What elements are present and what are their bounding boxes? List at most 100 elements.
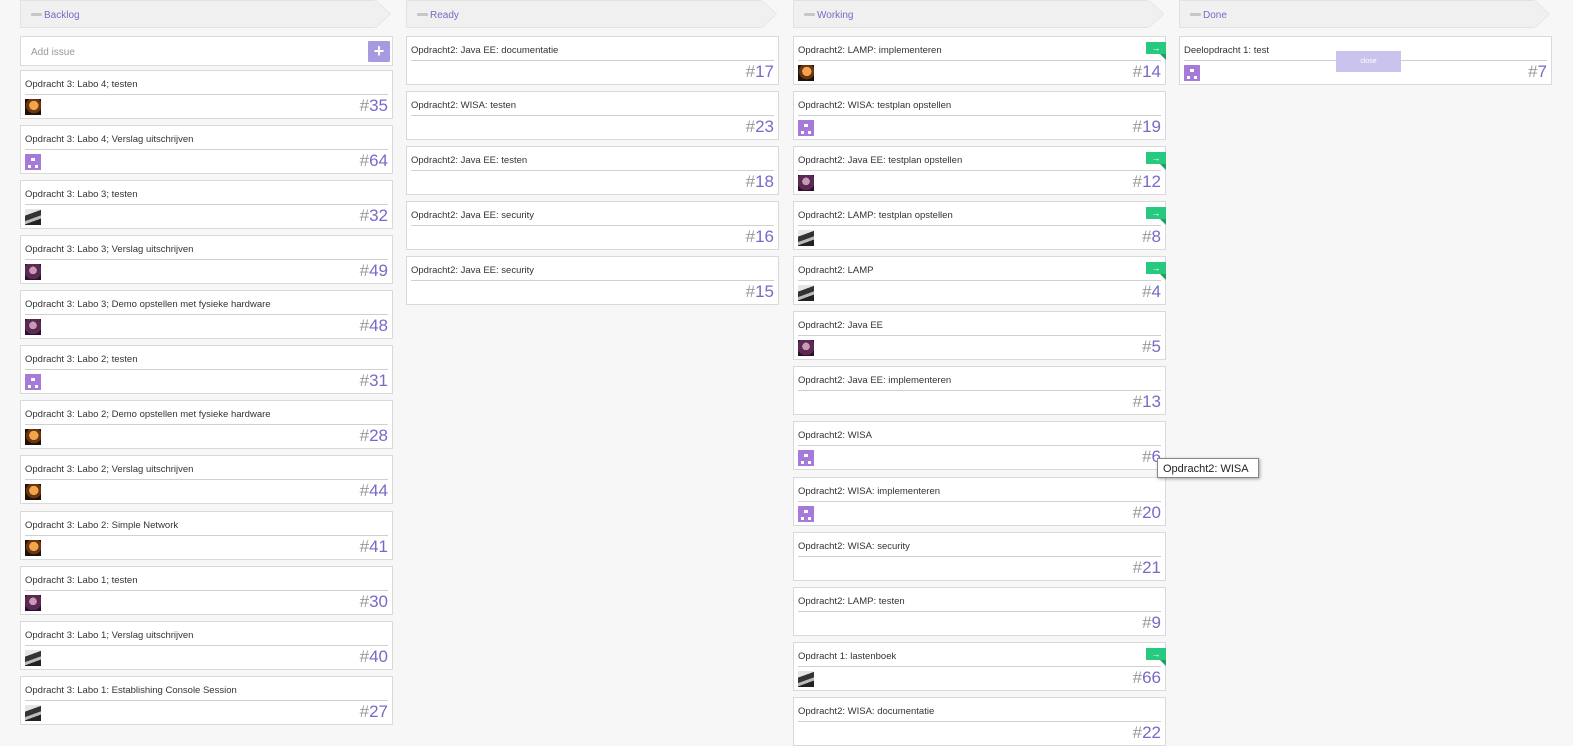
issue-title: Opdracht 3: Labo 3; Demo opstellen met f… xyxy=(25,299,271,310)
issue-number-value: 7 xyxy=(1537,62,1547,81)
issue-card[interactable]: Opdracht 3: Labo 2; testen #31 xyxy=(20,345,393,394)
issue-number-value: 64 xyxy=(369,151,388,170)
arrow-right-icon[interactable]: → xyxy=(1146,648,1166,666)
assignee-avatar[interactable] xyxy=(798,506,814,522)
issue-card[interactable]: Opdracht2: LAMP #4 → xyxy=(793,256,1166,305)
issue-card[interactable]: Opdracht 3: Labo 4; testen #35 xyxy=(20,70,393,119)
column-header[interactable]: Done xyxy=(1179,0,1550,28)
issue-number: #15 xyxy=(746,282,774,302)
assignee-avatar[interactable] xyxy=(25,595,41,611)
assignee-avatar[interactable] xyxy=(25,484,41,500)
collapse-icon[interactable] xyxy=(417,13,428,16)
close-button[interactable]: close xyxy=(1336,51,1401,72)
issue-card[interactable]: Opdracht 3: Labo 2: Simple Network #41 xyxy=(20,511,393,560)
issue-card[interactable]: Opdracht2: LAMP: implementeren #14 → xyxy=(793,36,1166,85)
assignee-avatar[interactable] xyxy=(798,340,814,356)
assignee-avatar[interactable] xyxy=(798,671,814,687)
column-title: Working xyxy=(817,10,854,21)
issue-card[interactable]: Opdracht2: Java EE: implementeren #13 xyxy=(793,366,1166,415)
assignee-avatar[interactable] xyxy=(25,154,41,170)
issue-number-hash: # xyxy=(1142,447,1152,466)
assignee-avatar[interactable] xyxy=(25,540,41,556)
assignee-avatar[interactable] xyxy=(25,319,41,335)
issue-card[interactable]: Opdracht2: Java EE: security #16 xyxy=(406,201,779,250)
issue-card[interactable]: Opdracht2: Java EE: testplan opstellen #1… xyxy=(793,146,1166,195)
issue-card[interactable]: Opdracht 3: Labo 4; Verslag uitschrijven… xyxy=(20,125,393,174)
issue-number-hash: # xyxy=(745,227,756,246)
issue-number: #21 xyxy=(1133,558,1161,578)
issue-number-hash: # xyxy=(359,481,370,500)
arrow-right-icon[interactable]: → xyxy=(1146,42,1166,60)
assignee-avatar[interactable] xyxy=(798,120,814,136)
assignee-avatar[interactable] xyxy=(25,429,41,445)
card-divider xyxy=(25,259,388,260)
issue-card[interactable]: Opdracht2: LAMP: testplan opstellen #8 → xyxy=(793,201,1166,250)
issue-card[interactable]: Opdracht 1: lastenboek #66 → xyxy=(793,642,1166,691)
issue-card[interactable]: Opdracht 3: Labo 2; Demo opstellen met f… xyxy=(20,400,393,449)
assignee-avatar[interactable] xyxy=(25,705,41,721)
collapse-icon[interactable] xyxy=(804,13,815,16)
arrow-right-icon[interactable]: → xyxy=(1146,207,1166,225)
issue-number: #64 xyxy=(360,151,388,171)
assignee-avatar[interactable] xyxy=(798,175,814,191)
issue-title: Deelopdracht 1: test xyxy=(1184,45,1270,56)
issue-number-value: 44 xyxy=(369,481,388,500)
card-divider xyxy=(25,700,388,701)
issue-card[interactable]: Opdracht2: Java EE #5 xyxy=(793,311,1166,360)
issue-card[interactable]: Opdracht2: Java EE: testen #18 xyxy=(406,146,779,195)
issue-card[interactable]: Opdracht2: WISA: testplan opstellen #19 xyxy=(793,91,1166,140)
issue-title: Opdracht 3: Labo 1; testen xyxy=(25,575,138,586)
add-issue-button[interactable]: + xyxy=(368,41,390,62)
issue-card[interactable]: Opdracht 3: Labo 1: Establishing Console… xyxy=(20,676,393,725)
issue-card[interactable]: Opdracht2: WISA: security #21 xyxy=(793,532,1166,581)
issue-card[interactable]: Opdracht 3: Labo 3; testen #32 xyxy=(20,180,393,229)
issue-card[interactable]: Opdracht2: WISA: documentatie #22 xyxy=(793,697,1166,746)
assignee-avatar[interactable] xyxy=(1184,65,1200,81)
arrow-right-icon[interactable]: → xyxy=(1146,262,1166,280)
issue-card[interactable]: Opdracht2: WISA: testen #23 xyxy=(406,91,779,140)
add-issue-bar: + xyxy=(20,36,393,66)
assignee-avatar[interactable] xyxy=(25,650,41,666)
issue-card[interactable]: Opdracht 3: Labo 1; Verslag uitschrijven… xyxy=(20,621,393,670)
issue-card[interactable]: Opdracht 3: Labo 3; Verslag uitschrijven… xyxy=(20,235,393,284)
collapse-icon[interactable] xyxy=(1190,13,1201,16)
assignee-avatar[interactable] xyxy=(25,209,41,225)
card-divider xyxy=(798,721,1161,722)
issue-card[interactable]: Opdracht2: LAMP: testen #9 xyxy=(793,587,1166,636)
card-divider xyxy=(25,94,388,95)
issue-number: #27 xyxy=(360,702,388,722)
arrow-right-icon[interactable]: → xyxy=(1146,152,1166,170)
column-header[interactable]: Ready xyxy=(406,0,777,28)
column-header[interactable]: Backlog xyxy=(20,0,391,28)
issue-number-hash: # xyxy=(745,172,756,191)
assignee-avatar[interactable] xyxy=(25,99,41,115)
issue-card[interactable]: Deelopdracht 1: test #7 close xyxy=(1179,36,1552,85)
assignee-avatar[interactable] xyxy=(798,65,814,81)
add-issue-input[interactable] xyxy=(29,43,353,61)
assignee-avatar[interactable] xyxy=(25,374,41,390)
issue-card[interactable]: Opdracht 3: Labo 2; Verslag uitschrijven… xyxy=(20,455,393,504)
assignee-avatar[interactable] xyxy=(798,230,814,246)
issue-title: Opdracht2: WISA: security xyxy=(798,541,910,552)
issue-number: #17 xyxy=(746,62,774,82)
assignee-avatar[interactable] xyxy=(798,285,814,301)
issue-card[interactable]: Opdracht2: Java EE: security #15 xyxy=(406,256,779,305)
card-divider xyxy=(798,556,1161,557)
collapse-icon[interactable] xyxy=(31,13,42,16)
card-divider xyxy=(798,501,1161,502)
issue-card[interactable]: Opdracht2: Java EE: documentatie #17 xyxy=(406,36,779,85)
card-divider xyxy=(798,280,1161,281)
issue-number-hash: # xyxy=(359,206,370,225)
issue-card[interactable]: Opdracht 3: Labo 1; testen #30 xyxy=(20,566,393,615)
issue-card[interactable]: Opdracht2: WISA: implementeren #20 xyxy=(793,477,1166,526)
issue-card[interactable]: Opdracht2: WISA #6 xyxy=(793,421,1166,470)
issue-card[interactable]: Opdracht 3: Labo 3; Demo opstellen met f… xyxy=(20,290,393,339)
assignee-avatar[interactable] xyxy=(25,264,41,280)
column-working: Working Opdracht2: LAMP: implementeren #14… xyxy=(793,0,1166,746)
issue-title: Opdracht 3: Labo 1: Establishing Console… xyxy=(25,685,237,696)
assignee-avatar[interactable] xyxy=(798,450,814,466)
issue-number-value: 4 xyxy=(1151,282,1161,301)
column-header[interactable]: Working xyxy=(793,0,1164,28)
issue-title: Opdracht 3: Labo 1; Verslag uitschrijven xyxy=(25,630,194,641)
issue-number: #14 xyxy=(1133,62,1161,82)
